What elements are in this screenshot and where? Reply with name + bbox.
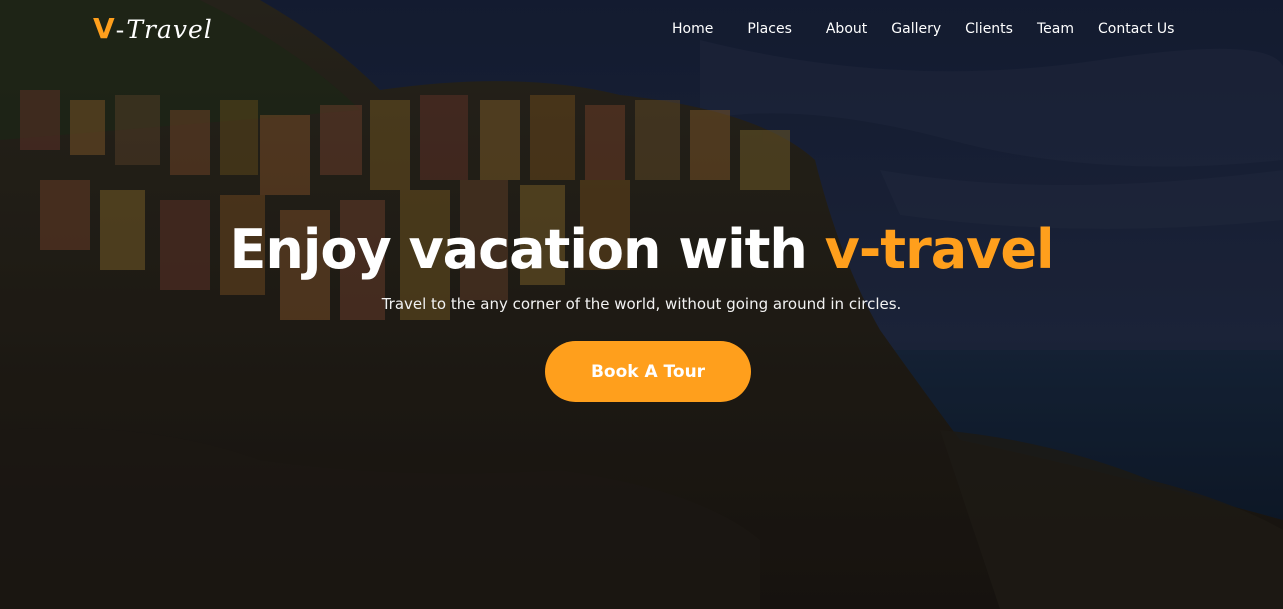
logo-separator: - bbox=[115, 16, 125, 44]
hero-subtitle: Travel to the any corner of the world, w… bbox=[381, 295, 902, 313]
nav-link-clients[interactable]: Clients bbox=[965, 19, 1013, 39]
nav-link-team[interactable]: Team bbox=[1037, 19, 1074, 39]
book-a-tour-button[interactable]: Book A Tour bbox=[545, 341, 751, 402]
nav-link-about[interactable]: About bbox=[826, 19, 867, 39]
hero-headline-accent: v-travel bbox=[824, 218, 1055, 281]
nav-link-contact-us[interactable]: Contact Us bbox=[1098, 19, 1174, 39]
nav-link-gallery[interactable]: Gallery bbox=[891, 19, 941, 39]
logo-wordmark: Travel bbox=[126, 15, 213, 44]
nav-menu: Home Places About Gallery Clients Team C… bbox=[672, 19, 1174, 39]
hero-headline: Enjoy vacation with v-travel bbox=[0, 212, 1283, 288]
logo-mark: V bbox=[93, 12, 115, 45]
brand-logo[interactable]: V - Travel bbox=[93, 12, 213, 46]
hero-headline-main: Enjoy vacation with bbox=[229, 218, 825, 281]
nav-link-places[interactable]: Places bbox=[747, 19, 792, 39]
nav-link-home[interactable]: Home bbox=[672, 19, 713, 39]
top-navigation: V - Travel Home Places About Gallery Cli… bbox=[0, 0, 1283, 60]
